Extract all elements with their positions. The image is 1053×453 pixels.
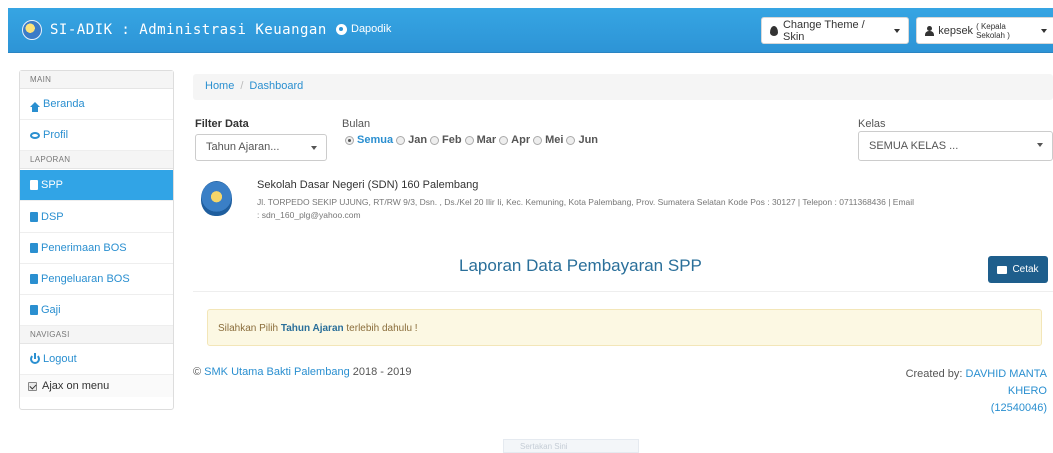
user-menu-button[interactable]: kepsek ( Kepala Sekolah ) [916, 17, 1053, 44]
author-id[interactable]: (12540046) [991, 402, 1047, 414]
ajax-label: Ajax on menu [42, 380, 110, 392]
print-button[interactable]: Cetak [988, 256, 1048, 283]
book-icon [30, 274, 38, 284]
user-role: ( Kepala Sekolah ) [976, 21, 1010, 40]
alert-prefix: Silahkan Pilih [218, 323, 279, 334]
alert-suffix: terlebih dahulu ! [346, 323, 418, 334]
sidebar-header-navigasi: NAVIGASI [20, 326, 173, 344]
chevron-down-icon [1041, 28, 1047, 33]
breadcrumb-separator: / [240, 80, 244, 92]
tahun-ajaran-select[interactable]: Tahun Ajaran... [195, 134, 327, 161]
kelas-label: Kelas [858, 118, 886, 130]
radio-label-jun: Jun [578, 134, 599, 146]
sidebar-item-pengeluaran-bos[interactable]: Pengeluaran BOS [20, 264, 173, 295]
sidebar-item-dsp[interactable]: DSP [20, 202, 173, 233]
footer-copyright: © SMK Utama Bakti Palembang 2018 - 2019 [193, 366, 411, 378]
tint-icon [770, 25, 778, 36]
ajax-toggle[interactable]: Ajax on menu [20, 375, 173, 397]
theme-label: Change Theme / Skin [782, 18, 865, 43]
sidebar-item-profil[interactable]: Profil [20, 120, 173, 151]
sidebar-item-label: Gaji [41, 304, 61, 316]
radio-semua[interactable] [345, 135, 354, 145]
sidebar-item-logout[interactable]: Logout [20, 344, 173, 375]
top-navbar: SI-ADIK : Administrasi Keuangan Dapodik … [0, 0, 1053, 53]
author-link[interactable]: DAVHID MANTA KHERO [966, 368, 1048, 397]
radio-label-mei: Mei [545, 134, 564, 146]
faded-widget: Sertakan Sini [503, 439, 639, 453]
footer-credit: Created by: DAVHID MANTA KHERO (12540046… [897, 366, 1047, 417]
radio-apr[interactable] [499, 135, 509, 145]
radio-mei[interactable] [533, 135, 543, 145]
eye-icon [30, 131, 40, 139]
radio-jan[interactable] [396, 135, 406, 145]
book-icon [30, 305, 38, 315]
sidebar-item-label: Logout [43, 353, 77, 365]
divider [193, 291, 1053, 292]
logo-icon [22, 20, 42, 40]
radio-feb[interactable] [430, 135, 440, 145]
breadcrumb-home[interactable]: Home [205, 80, 234, 92]
radio-label-mar: Mar [476, 134, 497, 146]
globe-icon [336, 23, 347, 35]
sidebar-item-label: DSP [41, 211, 64, 223]
warning-alert: Silahkan Pilih Tahun Ajaran terlebih dah… [207, 309, 1042, 346]
power-icon [30, 353, 40, 364]
bulan-label: Bulan [342, 118, 371, 130]
book-icon [30, 212, 38, 222]
school-name: Sekolah Dasar Negeri (SDN) 160 Palembang [257, 179, 479, 191]
dapodik-link[interactable]: Dapodik [336, 23, 391, 35]
tahun-ajaran-value: Tahun Ajaran... [206, 141, 280, 153]
print-icon [997, 265, 1008, 274]
ajax-checkbox[interactable] [28, 381, 37, 391]
school-link[interactable]: SMK Utama Bakti Palembang [204, 366, 350, 378]
sidebar-item-penerimaan-bos[interactable]: Penerimaan BOS [20, 233, 173, 264]
sidebar-item-spp[interactable]: SPP [20, 170, 173, 201]
copyright-symbol: © [193, 366, 202, 378]
breadcrumb: Home / Dashboard [193, 74, 1053, 100]
radio-label-semua: Semua [357, 134, 394, 146]
radio-mar[interactable] [464, 135, 474, 145]
sidebar-item-gaji[interactable]: Gaji [20, 295, 173, 326]
footer-years: 2018 - 2019 [352, 366, 412, 378]
user-name: kepsek [938, 24, 974, 37]
book-icon [30, 180, 38, 190]
created-by-label: Created by: [905, 368, 963, 380]
breadcrumb-current[interactable]: Dashboard [249, 80, 303, 92]
book-icon [30, 243, 38, 253]
user-icon [925, 25, 935, 36]
print-label: Cetak [1012, 264, 1039, 275]
school-logo-icon [201, 181, 232, 216]
home-icon [30, 101, 40, 112]
chevron-down-icon [894, 28, 900, 33]
sidebar-header-main: MAIN [20, 71, 173, 89]
navbar-inner: SI-ADIK : Administrasi Keuangan Dapodik … [8, 8, 1053, 53]
radio-jun[interactable] [566, 135, 576, 145]
sidebar-item-beranda[interactable]: Beranda [20, 89, 173, 120]
bulan-radio-group: Semua Jan Feb Mar Apr Mei Jun [342, 134, 598, 146]
dapodik-label: Dapodik [351, 23, 392, 35]
sidebar-item-label: Penerimaan BOS [41, 242, 127, 254]
alert-emphasis: Tahun Ajaran [280, 323, 344, 334]
chevron-down-icon [311, 146, 317, 150]
kelas-select[interactable]: SEMUA KELAS ... [858, 131, 1053, 161]
filter-label: Filter Data [195, 118, 249, 130]
radio-label-apr: Apr [511, 134, 531, 146]
app-title: SI-ADIK : Administrasi Keuangan [50, 22, 327, 38]
change-theme-button[interactable]: Change Theme / Skin [761, 17, 909, 44]
brand[interactable]: SI-ADIK : Administrasi Keuangan [22, 20, 327, 40]
chevron-down-icon [1037, 143, 1043, 147]
report-title: Laporan Data Pembayaran SPP [459, 256, 702, 275]
sidebar-header-laporan: LAPORAN [20, 151, 173, 169]
kelas-value: SEMUA KELAS ... [869, 140, 959, 152]
school-address: Jl. TORPEDO SEKIP UJUNG, RT/RW 9/3, Dsn.… [257, 197, 915, 220]
sidebar-item-label: Profil [43, 129, 69, 141]
radio-label-feb: Feb [442, 134, 462, 146]
radio-label-jan: Jan [408, 134, 428, 146]
sidebar-item-label: Beranda [43, 98, 85, 110]
sidebar-item-label: SPP [41, 179, 64, 191]
sidebar-item-label: Pengeluaran BOS [41, 273, 130, 285]
sidebar: MAIN Beranda Profil LAPORAN SPP DSP Pene… [19, 70, 174, 410]
